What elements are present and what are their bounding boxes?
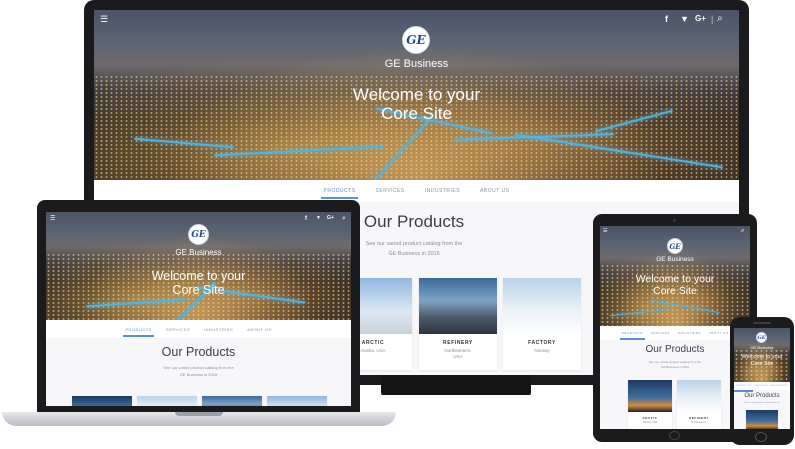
laptop-notch [175,412,223,416]
laptop-screen: ☰ f ▼ G+ ⌕ GE GE Business Welcome to you… [46,212,351,406]
product-image [628,380,672,412]
product-image [267,396,327,406]
section-desc-line1: See our varied product catalog from the [744,402,780,404]
google-plus-icon[interactable]: G+ [327,216,334,221]
hero-headline-line2: Core Site [653,285,697,297]
main-nav: PRODUCTS SERVICES INDUSTRIES ABOUT US [46,320,351,338]
product-image [419,278,497,334]
product-location-line1: Northeastern, [691,421,707,424]
product-image [72,396,132,406]
brand-name: GE Business [750,345,774,350]
product-card-extra[interactable] [267,396,327,406]
product-image [677,380,721,412]
menu-icon[interactable]: ☰ [603,229,607,234]
product-card-refinery[interactable]: REFINERY Northeastern, USA [419,278,497,370]
section-desc-line2: GE Business in 2016 [179,372,218,377]
nav-services[interactable]: SERVICES [376,188,405,194]
section-title: Our Products [161,345,236,359]
twitter-icon[interactable]: ▼ [316,216,321,221]
product-location-line2: USA [453,354,463,359]
google-plus-icon[interactable]: G+ [695,15,706,23]
nav-industries[interactable]: INDUSTRIES [771,385,788,387]
product-card-arctic[interactable] [72,396,132,406]
product-card-arctic[interactable]: ARCTIC Alaska, USA [628,380,672,429]
product-location-line1: Northeastern, [444,348,472,353]
brand-name: GE Business [656,256,694,263]
product-image [503,278,581,334]
nav-about-us[interactable]: ABOUT US [709,331,728,335]
product-image [137,396,197,406]
main-nav: PRODUCTS SERVICES INDUSTRIES ABOUT US [600,326,750,340]
main-nav: PRODUCTS SERVICES INDUSTRIES [734,382,790,392]
facebook-icon[interactable]: f [665,15,668,24]
menu-icon[interactable]: ☰ [50,216,55,222]
hero-banner: ☰ f ▼ G+ | ⌕ GE GE Business Welcome to y… [94,10,739,180]
section-desc-line1: See our varied product catalog from the [163,365,234,370]
section-desc-line1: See our varied product catalog from the [648,360,702,364]
twitter-icon[interactable]: ▼ [680,15,689,24]
product-name: REFINERY [689,416,709,420]
product-location: Norway [534,348,550,353]
hero-banner: ☰ ⌕ GE GE Business Welcome to your Core … [600,226,750,326]
search-icon[interactable]: ⌕ [741,228,744,234]
menu-icon[interactable]: ☰ [100,15,108,24]
product-card-factory[interactable]: FACTORY Norway [503,278,581,370]
nav-industries[interactable]: INDUSTRIES [204,327,233,332]
phone-speaker [753,322,771,324]
nav-products[interactable]: PRODUCTS [123,327,155,337]
hero-headline-line1: Welcome to your [635,273,715,285]
ge-logo[interactable]: GE [756,332,767,343]
nav-about-us[interactable]: ABOUT US [480,188,509,194]
hero-headline-line2: Core Site [172,283,225,297]
tablet-screen: ☰ ⌕ GE GE Business Welcome to your Core … [600,226,750,429]
product-card-factory[interactable] [202,396,262,406]
tablet-home-button[interactable] [669,431,680,440]
section-title: Our Products [645,344,705,355]
nav-products[interactable]: PRODUCTS [734,385,754,392]
hero-headline-line2: Core Site [750,361,774,367]
hero-headline-line2: Core Site [381,104,452,123]
desktop-stand [381,375,531,395]
product-name: ARCTIC [642,416,658,420]
brand-name: GE Business [175,248,222,257]
product-image [746,410,778,429]
divider-bar: | [711,14,714,24]
ge-logo[interactable]: GE [667,238,683,254]
hero-banner: GE GE Business Welcome to your Core Site [734,328,790,382]
nav-industries[interactable]: INDUSTRIES [678,331,701,335]
main-nav: PRODUCTS SERVICES INDUSTRIES ABOUT US [94,180,739,202]
phone-screen: GE GE Business Welcome to your Core Site… [734,328,790,429]
hero-banner: ☰ f ▼ G+ ⌕ GE GE Business Welcome to you… [46,212,351,320]
nav-services[interactable]: SERVICES [166,327,190,332]
nav-services[interactable]: SERVICES [754,385,768,387]
tablet-camera [673,219,676,222]
phone-home-button[interactable] [755,432,767,442]
brand-name: GE Business [384,58,449,70]
nav-industries[interactable]: INDUSTRIES [425,188,460,194]
hero-headline-line1: Welcome to your [741,354,783,360]
product-card-refinery[interactable] [137,396,197,406]
ge-logo[interactable]: GE [402,26,430,54]
nav-about-us[interactable]: ABOUT US [247,327,271,332]
section-desc-line2: GE Business in 2016 [660,365,690,369]
section-title: Our Products [744,393,780,399]
product-image [202,396,262,406]
facebook-icon[interactable]: f [305,216,307,222]
ge-logo[interactable]: GE [188,224,209,245]
search-icon[interactable]: ⌕ [342,215,346,222]
hero-headline-line1: Welcome to your [352,85,481,104]
devices-mockup: ☰ f ▼ G+ | ⌕ GE GE Business Welcome to y… [0,0,795,449]
hero-headline-line1: Welcome to your [151,269,246,283]
product-card-refinery[interactable]: REFINERY Northeastern, [677,380,721,429]
product-card-arctic[interactable] [746,410,778,429]
nav-services[interactable]: SERVICES [651,331,670,335]
nav-products[interactable]: PRODUCTS [619,331,645,340]
product-location: Alaska, USA [642,421,658,424]
product-name: FACTORY [528,340,556,346]
search-icon[interactable]: ⌕ [717,14,723,24]
product-name: REFINERY [443,340,473,346]
nav-products[interactable]: PRODUCTS [321,188,358,199]
